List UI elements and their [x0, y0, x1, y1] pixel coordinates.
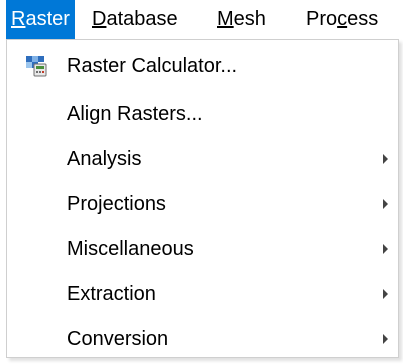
- menu-raster-label: aster: [25, 8, 70, 30]
- menu-mesh-mnemonic: M: [217, 8, 234, 30]
- menu-database-mnemonic: D: [92, 8, 107, 30]
- menu-item-label: Extraction: [67, 283, 156, 305]
- submenu-arrow-icon: [383, 289, 388, 299]
- menu-bar: Raster Database Mesh Process: [0, 0, 403, 39]
- menu-item-analysis[interactable]: Analysis: [7, 137, 398, 181]
- menu-mesh[interactable]: Mesh: [217, 0, 266, 39]
- submenu-arrow-icon: [383, 199, 388, 209]
- menu-item-projections[interactable]: Projections: [7, 182, 398, 226]
- raster-dropdown-menu: Raster Calculator... Align Rasters... An…: [6, 39, 399, 358]
- menu-processing-label-start: Pro: [306, 8, 338, 30]
- menu-mesh-label: esh: [233, 8, 266, 30]
- menu-item-label: Align Rasters...: [67, 103, 203, 125]
- menu-raster[interactable]: Raster: [6, 0, 75, 39]
- submenu-arrow-icon: [383, 334, 388, 344]
- menu-item-label: Conversion: [67, 328, 169, 350]
- raster-calculator-icon: [26, 56, 47, 77]
- menu-item-raster-calculator[interactable]: Raster Calculator...: [7, 44, 398, 88]
- menu-processing-mnemonic: c: [337, 8, 348, 30]
- menu-database-label: atabase: [106, 8, 178, 30]
- menu-item-label: Raster Calculator...: [67, 55, 238, 77]
- menu-item-label: Miscellaneous: [67, 238, 194, 260]
- submenu-arrow-icon: [383, 154, 388, 164]
- menu-processing-label-end: ess: [347, 8, 379, 30]
- menu-item-conversion[interactable]: Conversion: [7, 317, 398, 361]
- menu-raster-mnemonic: R: [11, 8, 26, 30]
- menu-item-extraction[interactable]: Extraction: [7, 272, 398, 316]
- menu-item-label: Analysis: [67, 148, 142, 170]
- menu-processing[interactable]: Process: [306, 0, 378, 39]
- menu-item-align-rasters[interactable]: Align Rasters...: [7, 92, 398, 136]
- menu-database[interactable]: Database: [92, 0, 178, 39]
- menu-item-miscellaneous[interactable]: Miscellaneous: [7, 227, 398, 271]
- menu-item-label: Projections: [67, 193, 166, 215]
- submenu-arrow-icon: [383, 244, 388, 254]
